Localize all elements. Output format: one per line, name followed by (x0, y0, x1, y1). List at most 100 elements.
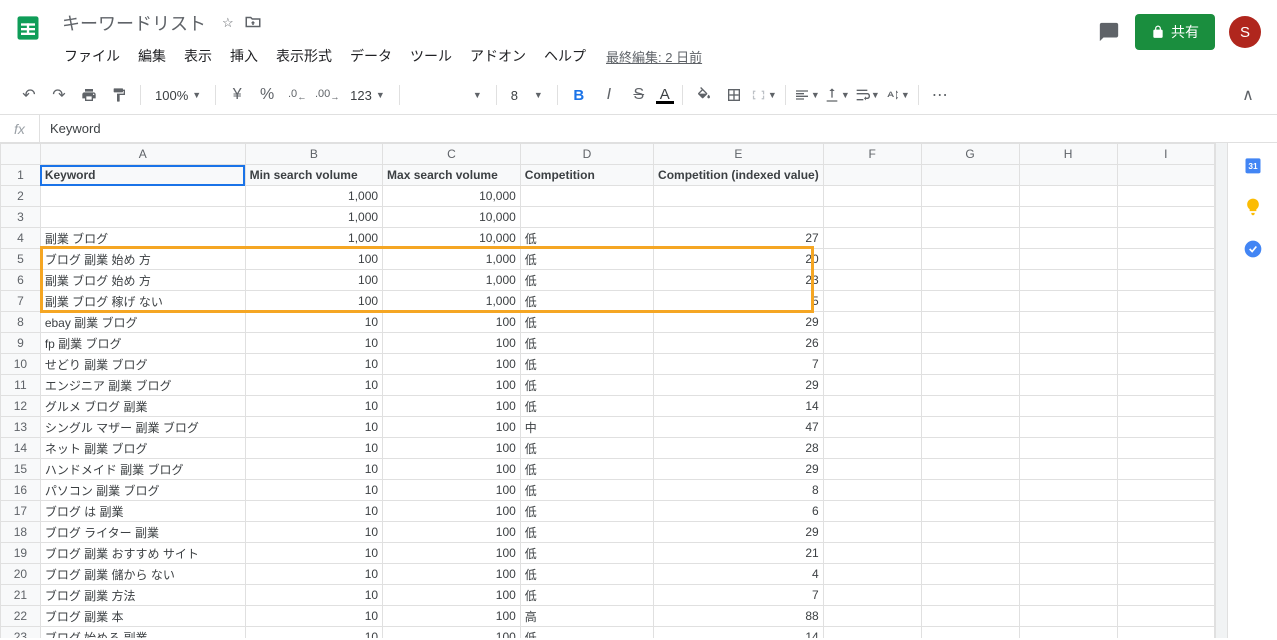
cell[interactable] (1019, 522, 1117, 543)
column-header[interactable]: G (921, 144, 1019, 165)
cell[interactable]: 7 (654, 585, 824, 606)
cell[interactable]: 100 (383, 375, 521, 396)
cell[interactable]: ブログ 副業 おすすめ サイト (40, 543, 245, 564)
cell[interactable] (1019, 501, 1117, 522)
cell[interactable] (1019, 186, 1117, 207)
cell[interactable] (1019, 270, 1117, 291)
cell[interactable]: 100 (383, 354, 521, 375)
cell[interactable] (921, 165, 1019, 186)
cell[interactable]: 100 (383, 333, 521, 354)
cell[interactable]: 高 (520, 606, 653, 627)
cell[interactable] (1019, 564, 1117, 585)
cell[interactable] (1019, 543, 1117, 564)
cell[interactable] (921, 438, 1019, 459)
cell[interactable]: 26 (654, 333, 824, 354)
calendar-icon[interactable]: 31 (1243, 155, 1263, 175)
cell[interactable]: 副業 ブログ 始め 方 (40, 270, 245, 291)
keep-icon[interactable] (1243, 197, 1263, 217)
cell[interactable]: ブログ 副業 儲から ない (40, 564, 245, 585)
cell[interactable] (1117, 459, 1214, 480)
menu-item[interactable]: アドオン (462, 42, 534, 70)
menu-item[interactable]: 挿入 (222, 42, 266, 70)
cell[interactable]: 1,000 (383, 291, 521, 312)
percent-button[interactable]: % (254, 82, 280, 108)
format-select[interactable]: 123▼ (344, 88, 391, 103)
cell[interactable] (823, 228, 921, 249)
cell[interactable] (1019, 627, 1117, 639)
cell[interactable] (823, 564, 921, 585)
cell[interactable] (1019, 375, 1117, 396)
cell[interactable]: 7 (654, 354, 824, 375)
cell[interactable] (1117, 438, 1214, 459)
cell[interactable]: 100 (383, 459, 521, 480)
cell[interactable] (1019, 354, 1117, 375)
cell[interactable]: エンジニア 副業 ブログ (40, 375, 245, 396)
cell[interactable] (1117, 270, 1214, 291)
cell[interactable] (1117, 522, 1214, 543)
cell[interactable]: Min search volume (245, 165, 382, 186)
cell[interactable] (823, 396, 921, 417)
menu-item[interactable]: 編集 (130, 42, 174, 70)
paint-format-button[interactable] (106, 82, 132, 108)
row-header[interactable]: 9 (1, 333, 41, 354)
cell[interactable] (823, 501, 921, 522)
menu-item[interactable]: ヘルプ (536, 42, 594, 70)
cell[interactable] (823, 585, 921, 606)
cell[interactable] (40, 186, 245, 207)
row-header[interactable]: 14 (1, 438, 41, 459)
currency-button[interactable]: ¥ (224, 82, 250, 108)
cell[interactable] (1117, 354, 1214, 375)
cell[interactable]: 1,000 (383, 270, 521, 291)
cell[interactable] (921, 249, 1019, 270)
last-edit-link[interactable]: 最終編集: 2 日前 (606, 47, 702, 66)
cell[interactable]: 47 (654, 417, 824, 438)
bold-button[interactable]: B (566, 82, 592, 108)
cell[interactable] (1117, 333, 1214, 354)
cell[interactable]: 10 (245, 606, 382, 627)
cell[interactable]: 10 (245, 333, 382, 354)
cell[interactable]: 10,000 (383, 207, 521, 228)
cell[interactable]: 14 (654, 627, 824, 639)
cell[interactable] (1117, 396, 1214, 417)
cell[interactable]: 10 (245, 312, 382, 333)
cell[interactable] (823, 270, 921, 291)
menu-item[interactable]: データ (342, 42, 400, 70)
cell[interactable] (823, 480, 921, 501)
row-header[interactable]: 4 (1, 228, 41, 249)
decrease-decimal-button[interactable]: .0← (284, 82, 310, 108)
cell[interactable] (1117, 291, 1214, 312)
zoom-select[interactable]: 100%▼ (149, 88, 207, 103)
cell[interactable] (921, 270, 1019, 291)
cell[interactable]: 低 (520, 501, 653, 522)
cell[interactable]: 1,000 (245, 207, 382, 228)
cell[interactable] (1019, 480, 1117, 501)
cell[interactable]: 28 (654, 438, 824, 459)
cell[interactable]: 100 (383, 606, 521, 627)
cell[interactable]: ブログ 副業 本 (40, 606, 245, 627)
cell[interactable]: 21 (654, 543, 824, 564)
cell[interactable]: Competition (indexed value) (654, 165, 824, 186)
cell[interactable] (1019, 249, 1117, 270)
menu-item[interactable]: ファイル (56, 42, 128, 70)
cell[interactable] (1117, 564, 1214, 585)
column-header[interactable]: E (654, 144, 824, 165)
cell[interactable]: 29 (654, 522, 824, 543)
cell[interactable]: 10 (245, 459, 382, 480)
cell[interactable]: 100 (383, 543, 521, 564)
cell[interactable] (823, 186, 921, 207)
column-header[interactable]: I (1117, 144, 1214, 165)
cell[interactable]: 副業 ブログ (40, 228, 245, 249)
comment-icon[interactable] (1097, 20, 1121, 44)
cell[interactable] (520, 186, 653, 207)
cell[interactable]: 88 (654, 606, 824, 627)
cell[interactable]: 6 (654, 501, 824, 522)
cell[interactable] (921, 606, 1019, 627)
cell[interactable] (654, 207, 824, 228)
cell[interactable] (921, 501, 1019, 522)
cell[interactable] (1019, 165, 1117, 186)
cell[interactable]: 10 (245, 354, 382, 375)
menu-item[interactable]: 表示 (176, 42, 220, 70)
cell[interactable]: ブログ 始める 副業 (40, 627, 245, 639)
formula-input[interactable]: Keyword (40, 121, 1277, 136)
cell[interactable] (1019, 606, 1117, 627)
